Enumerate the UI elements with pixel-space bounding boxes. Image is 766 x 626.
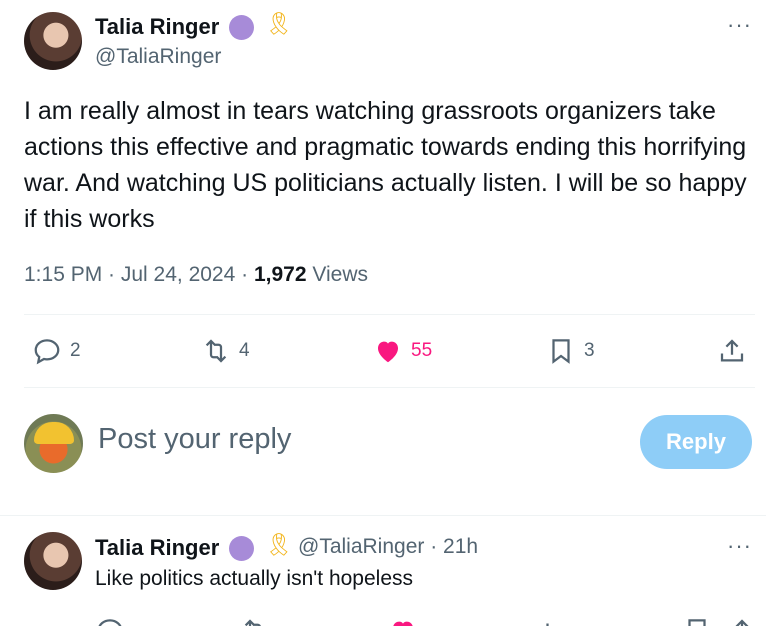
reply-timestamp[interactable]: · 21h <box>424 535 478 558</box>
reply-bookmark-icon[interactable] <box>682 616 712 626</box>
views-count: 1,972 <box>253 263 307 286</box>
reply-author-name[interactable]: Talia Ringer <box>95 535 219 561</box>
tweet-meta: 1:15 PM · Jul 24, 2024 · 1,972 Views <box>24 263 368 287</box>
divider <box>0 515 766 516</box>
reply-reply-icon[interactable] <box>95 616 125 626</box>
reply-action[interactable]: 2 <box>32 336 81 366</box>
like-count: 55 <box>411 340 433 361</box>
reply-input[interactable]: Post your reply <box>98 423 291 456</box>
reply-author-avatar[interactable] <box>24 532 82 590</box>
ribbon-icon: 🎗 <box>265 11 293 36</box>
reply-author-handle[interactable]: @TaliaRinger · 21h <box>298 535 478 559</box>
verified-badge-icon[interactable] <box>229 15 254 40</box>
retweet-count: 4 <box>239 340 250 361</box>
author-name[interactable]: Talia Ringer <box>95 14 219 40</box>
reply-handle-text[interactable]: @TaliaRinger <box>298 535 424 558</box>
reply-like-icon[interactable] <box>388 616 418 626</box>
author-handle[interactable]: @TaliaRinger <box>95 45 221 69</box>
current-user-avatar[interactable] <box>24 414 83 473</box>
tweet-timestamp[interactable]: 1:15 PM · Jul 24, 2024 · <box>24 263 254 286</box>
views-label: Views <box>306 263 369 286</box>
reply-retweet-icon[interactable] <box>240 616 270 626</box>
share-action[interactable] <box>717 336 747 366</box>
like-action[interactable]: 55 <box>373 336 432 366</box>
tweet-text: I am really almost in tears watching gra… <box>24 97 747 233</box>
reply-views-icon[interactable] <box>535 616 565 626</box>
author-avatar[interactable] <box>24 12 82 70</box>
reply-share-icon[interactable] <box>727 616 757 626</box>
bookmark-count: 3 <box>584 340 595 361</box>
share-icon <box>720 339 744 362</box>
reply-count: 2 <box>70 340 81 361</box>
reply-button[interactable]: Reply <box>640 415 752 469</box>
divider <box>24 314 755 315</box>
more-options-icon[interactable]: ··· <box>727 12 752 38</box>
reply-icon <box>34 339 60 365</box>
bookmark-icon <box>552 339 570 364</box>
bookmark-action[interactable]: 3 <box>546 336 595 366</box>
retweet-action[interactable]: 4 <box>201 336 250 366</box>
reply-text: Like politics actually isn't hopeless <box>95 567 414 590</box>
reply-verified-badge-icon[interactable] <box>229 536 254 561</box>
heart-icon <box>378 341 398 363</box>
divider <box>24 387 755 388</box>
reply-action-bar <box>0 612 766 626</box>
reply-more-options-icon[interactable]: ··· <box>727 533 752 559</box>
reply-ribbon-icon: 🎗 <box>265 532 293 557</box>
retweet-icon <box>205 339 227 363</box>
